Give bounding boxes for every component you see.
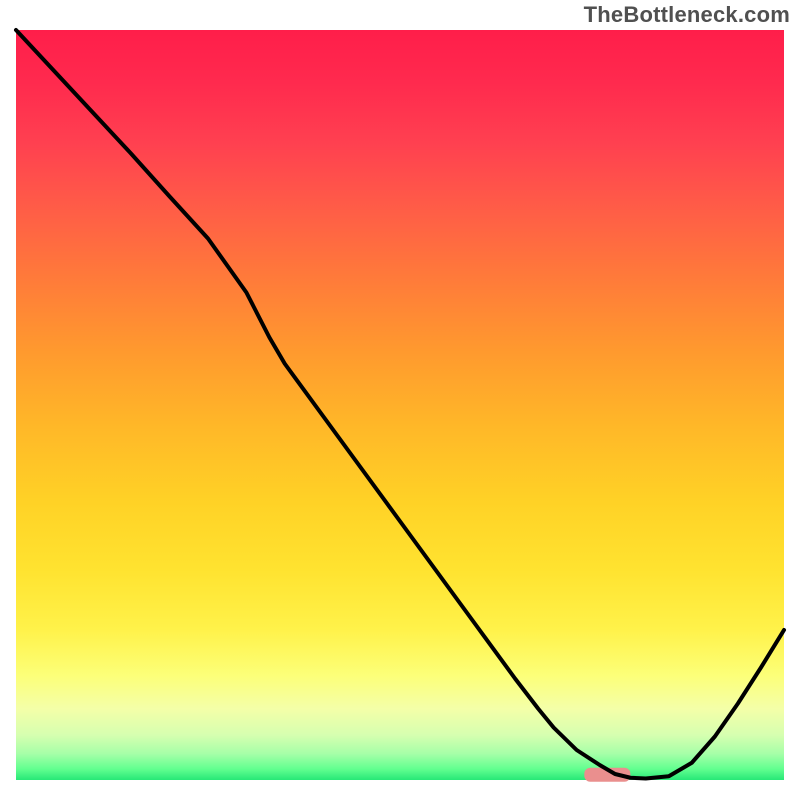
chart-container: TheBottleneck.com — [0, 0, 800, 800]
gradient-background — [16, 30, 784, 780]
watermark-label: TheBottleneck.com — [584, 2, 790, 28]
bottleneck-curve-chart — [0, 0, 800, 800]
